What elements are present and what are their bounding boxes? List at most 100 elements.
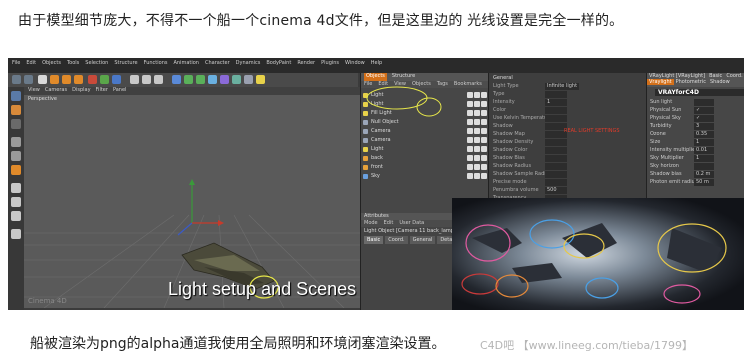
attributes-tab-2[interactable]: General <box>409 236 436 244</box>
redo-icon[interactable] <box>24 75 33 84</box>
tag-icon[interactable] <box>467 137 473 143</box>
setting-value[interactable]: 3 <box>694 123 714 130</box>
cube-icon[interactable] <box>172 75 181 84</box>
snap-icon[interactable] <box>11 183 21 193</box>
tag-icon[interactable] <box>481 155 487 161</box>
tag-icon[interactable] <box>467 128 473 134</box>
object-row[interactable]: Sky <box>363 172 487 180</box>
menu-item-4[interactable]: Selection <box>85 60 108 70</box>
menu-item-3[interactable]: Tools <box>67 60 79 70</box>
tag-icon[interactable] <box>474 110 480 116</box>
object-manager-tab-1[interactable]: Structure <box>392 73 415 81</box>
tag-icon[interactable] <box>481 110 487 116</box>
points-mode-icon[interactable] <box>11 137 21 147</box>
attributes-menu-item-0[interactable]: Mode <box>364 220 378 227</box>
menu-item-11[interactable]: Render <box>297 60 315 70</box>
setting-value[interactable] <box>545 115 567 122</box>
setting-value[interactable] <box>545 139 567 146</box>
menu-item-14[interactable]: Help <box>371 60 382 70</box>
camera-icon[interactable] <box>244 75 253 84</box>
setting-value[interactable]: ✓ <box>694 107 714 114</box>
tag-icon[interactable] <box>481 137 487 143</box>
move-icon[interactable] <box>50 75 59 84</box>
menu-item-5[interactable]: Structure <box>114 60 137 70</box>
attributes-menu-item-1[interactable]: Edit <box>384 220 394 227</box>
lock-icon[interactable] <box>11 211 21 221</box>
setting-value[interactable]: 0.2 m <box>694 171 714 178</box>
setting-value[interactable] <box>545 91 567 98</box>
setting-value[interactable]: 1 <box>694 155 714 162</box>
attributes-tab-1[interactable]: Coord. <box>385 236 408 244</box>
object-row[interactable]: Light <box>363 145 487 153</box>
setting-value[interactable] <box>545 155 567 162</box>
setting-value[interactable] <box>545 171 567 178</box>
menu-item-7[interactable]: Animation <box>173 60 199 70</box>
tag-icon[interactable] <box>474 92 480 98</box>
polygons-mode-icon[interactable] <box>11 165 21 175</box>
tag-icon[interactable] <box>474 173 480 179</box>
object-manager-menu-item-5[interactable]: Bookmarks <box>454 81 482 88</box>
menu-item-13[interactable]: Window <box>345 60 365 70</box>
object-row[interactable]: front <box>363 163 487 171</box>
light-icon[interactable] <box>256 75 265 84</box>
deformer-icon[interactable] <box>220 75 229 84</box>
setting-value[interactable] <box>694 163 714 170</box>
edges-mode-icon[interactable] <box>11 151 21 161</box>
select-icon[interactable] <box>38 75 47 84</box>
model-mode-icon[interactable] <box>11 91 21 101</box>
axis-x-icon[interactable] <box>88 75 97 84</box>
setting-value[interactable] <box>694 99 714 106</box>
setting-value[interactable]: Infinite light <box>545 83 580 90</box>
undo-icon[interactable] <box>12 75 21 84</box>
object-row[interactable]: back <box>363 154 487 162</box>
viewport-menu-item-3[interactable]: Filter <box>96 87 108 95</box>
tag-icon[interactable] <box>467 92 473 98</box>
setting-value[interactable]: 0.01 <box>694 147 714 154</box>
viewport-perspective[interactable]: View Cameras Display Filter Panel Perspectiv… <box>24 87 364 308</box>
tag-icon[interactable] <box>467 173 473 179</box>
vray-tab-4[interactable]: Photometric <box>674 79 708 85</box>
viewport-menu-item-4[interactable]: Panel <box>113 87 127 95</box>
tag-icon[interactable] <box>481 173 487 179</box>
tag-icon[interactable] <box>481 92 487 98</box>
tag-icon[interactable] <box>467 119 473 125</box>
object-manager-tab-0[interactable]: Objects <box>364 73 387 81</box>
setting-value[interactable]: 1 <box>694 139 714 146</box>
array-icon[interactable] <box>208 75 217 84</box>
grid-icon[interactable] <box>11 229 21 239</box>
object-manager-menu-item-4[interactable]: Tags <box>437 81 448 88</box>
scene-icon[interactable] <box>232 75 241 84</box>
vray-tab-3[interactable]: Vraylight <box>647 79 674 85</box>
tag-icon[interactable] <box>474 155 480 161</box>
tag-icon[interactable] <box>481 164 487 170</box>
tag-icon[interactable] <box>467 101 473 107</box>
menu-item-6[interactable]: Functions <box>144 60 168 70</box>
setting-value[interactable]: 500 <box>545 187 567 194</box>
setting-value[interactable]: 50 m <box>694 179 714 186</box>
tag-icon[interactable] <box>474 128 480 134</box>
texture-mode-icon[interactable] <box>11 105 21 115</box>
object-row[interactable]: Null Object <box>363 118 487 126</box>
menu-item-10[interactable]: BodyPaint <box>266 60 291 70</box>
viewport-menu-item-2[interactable]: Display <box>72 87 90 95</box>
tag-icon[interactable] <box>467 110 473 116</box>
tag-icon[interactable] <box>481 128 487 134</box>
tag-icon[interactable] <box>481 146 487 152</box>
setting-value[interactable] <box>545 163 567 170</box>
nurbs-icon[interactable] <box>196 75 205 84</box>
tag-icon[interactable] <box>467 164 473 170</box>
workplane-icon[interactable] <box>11 119 21 129</box>
viewport-menu-item-0[interactable]: View <box>28 87 40 95</box>
render-settings-icon[interactable] <box>154 75 163 84</box>
scale-icon[interactable] <box>62 75 71 84</box>
tag-icon[interactable] <box>474 119 480 125</box>
rotate-icon[interactable] <box>74 75 83 84</box>
tag-icon[interactable] <box>474 101 480 107</box>
tag-icon[interactable] <box>467 146 473 152</box>
object-manager-menu-item-0[interactable]: File <box>364 81 372 88</box>
render-view-icon[interactable] <box>142 75 151 84</box>
object-row[interactable]: Camera <box>363 127 487 135</box>
axis-z-icon[interactable] <box>112 75 121 84</box>
setting-value[interactable] <box>545 107 567 114</box>
object-row[interactable]: Camera <box>363 136 487 144</box>
